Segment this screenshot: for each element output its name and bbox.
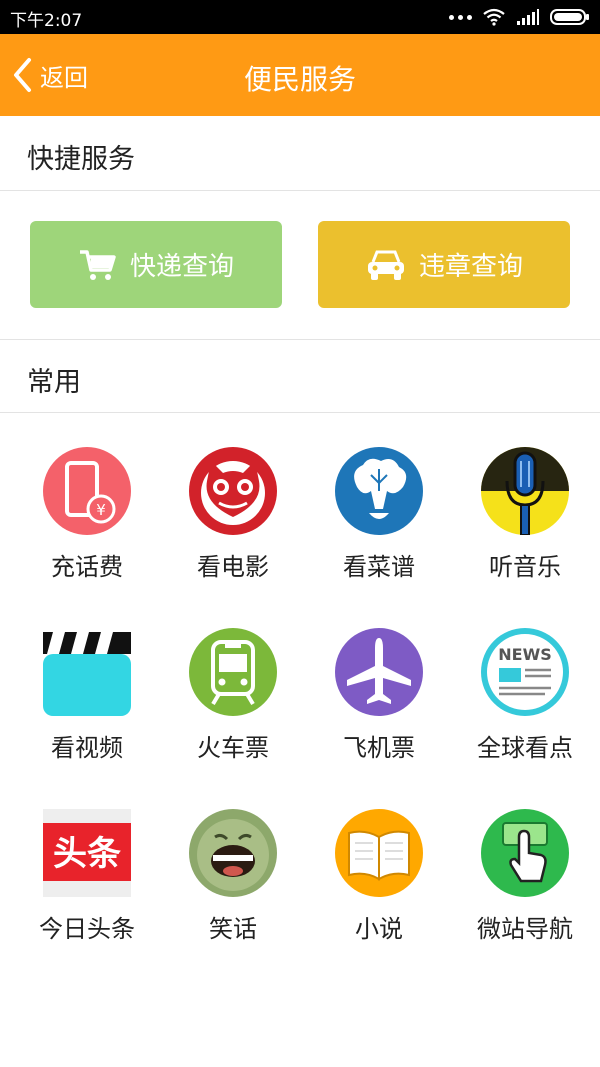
grid-label: 充话费 [51,553,123,581]
vegetable-recipe-icon [335,447,423,535]
laughing-face-icon [189,809,277,897]
grid-item-video[interactable]: 看视频 [14,628,160,778]
common-services-header: 常用 [0,339,600,413]
grid-item-flight[interactable]: 飞机票 [306,628,452,778]
train-icon [189,628,277,716]
grid-label: 笑话 [209,915,257,943]
battery-icon [550,9,589,25]
grid-label: 看菜谱 [343,553,415,581]
grid-item-train[interactable]: 火车票 [160,628,306,778]
grid-item-recipe[interactable]: 看菜谱 [306,447,452,597]
common-services-title: 常用 [27,367,81,398]
wifi-icon [483,8,505,26]
news-icon: NEWS [481,628,569,716]
grid-item-movie[interactable]: 看电影 [160,447,306,597]
grid-label: 飞机票 [343,734,415,762]
grid-label: 全球看点 [477,734,573,762]
violation-query-label: 违章查询 [418,252,523,282]
book-icon [335,809,423,897]
grid-label: 火车票 [197,734,269,762]
violation-query-button[interactable]: 违章查询 [318,221,570,308]
grid-label: 看电影 [197,553,269,581]
quick-services-header: 快捷服务 [0,117,600,191]
airplane-icon [335,628,423,716]
page-title: 便民服务 [243,63,356,96]
clapperboard-icon [43,632,131,716]
express-query-label: 快递查询 [129,252,234,282]
phone-recharge-icon: ¥ [43,447,131,535]
svg-text:NEWS: NEWS [498,645,552,664]
signal-icon [517,9,539,25]
more-dots-icon [449,14,472,20]
grid-item-toutiao[interactable]: 头条 今日头条 [14,809,160,959]
status-bar: 下午2:07 [0,0,600,34]
grid-label: 小说 [355,915,403,943]
touch-hand-icon [481,809,569,897]
microphone-icon [481,447,569,535]
grid-item-micro-site-nav[interactable]: 微站导航 [452,809,598,959]
toutiao-icon: 头条 [43,809,131,897]
grid-label: 听音乐 [489,553,561,581]
grid-label: 微站导航 [477,915,573,943]
grid-label: 看视频 [51,734,123,762]
grid-item-music[interactable]: 听音乐 [452,447,598,597]
car-icon [367,250,404,280]
grid-item-news[interactable]: NEWS 全球看点 [452,628,598,778]
grid-item-phone-recharge[interactable]: ¥ 充话费 [14,447,160,597]
title-bar: 返回 便民服务 [0,34,600,116]
status-time: 下午2:07 [10,11,83,31]
express-query-button[interactable]: 快递查询 [30,221,282,308]
grid-item-joke[interactable]: 笑话 [160,809,306,959]
svg-text:头条: 头条 [53,834,121,874]
svg-text:¥: ¥ [96,501,106,519]
quick-services-title: 快捷服务 [27,144,135,175]
grid-item-novel[interactable]: 小说 [306,809,452,959]
shopping-cart-icon [79,249,116,280]
grid-label: 今日头条 [39,915,135,943]
status-icons [449,6,590,28]
cat-movie-icon [189,447,277,535]
